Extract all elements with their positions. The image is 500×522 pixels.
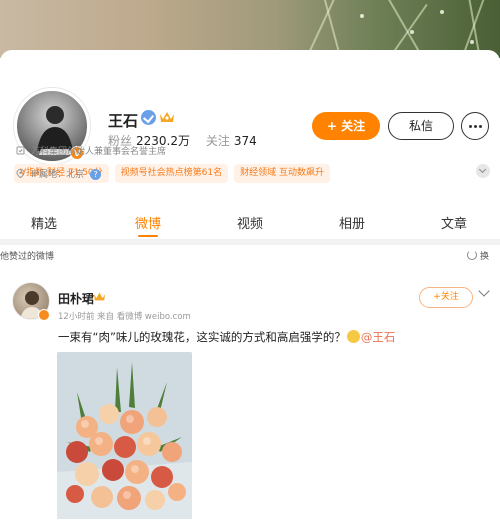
- tab-album[interactable]: 相册: [322, 213, 382, 232]
- tab-featured[interactable]: 精选: [14, 213, 74, 232]
- location-pin-icon: [16, 169, 25, 178]
- tag-finance-interaction[interactable]: 财经领域 互动数飙升: [234, 164, 330, 183]
- post-author-name[interactable]: 田朴珺: [58, 290, 94, 307]
- tab-video[interactable]: 视频: [220, 213, 280, 232]
- following-label: 关注: [205, 134, 230, 148]
- tab-article[interactable]: 文章: [424, 213, 484, 232]
- refresh-label[interactable]: 换: [480, 249, 489, 262]
- bio-row: 万科集团创始人兼董事会名誉主席: [16, 144, 166, 157]
- post-more-chevron-icon[interactable]: [478, 285, 490, 297]
- tag-video-rank[interactable]: 视频号社会热点榜第61名: [114, 164, 229, 183]
- follow-button[interactable]: + 关注: [312, 112, 380, 140]
- more-options-button[interactable]: [461, 112, 489, 140]
- refresh-icon[interactable]: [467, 250, 477, 260]
- post-body: 一束有“肉”味儿的玫瑰花，这实诚的方式和高启强学的？: [58, 330, 346, 344]
- liked-posts-bar: 他赞过的微博 换: [0, 245, 500, 267]
- profile-header: V 王石 粉丝 2230.2万 关注 374 + 关注 私信 V指数 财经 71.5…: [0, 50, 500, 202]
- badge-icon: [16, 146, 25, 155]
- post-follow-button[interactable]: +关注: [419, 287, 473, 308]
- post-mention[interactable]: @王石: [361, 330, 396, 344]
- ip-location-row: IP属地：北京?: [16, 167, 102, 180]
- profile-bio: 万科集团创始人兼董事会名誉主席: [31, 147, 167, 157]
- post-author-v-badge: [38, 309, 50, 321]
- liked-posts-label: 他赞过的微博: [0, 252, 55, 262]
- verified-check-icon: [141, 110, 156, 125]
- ip-location: IP属地：北京: [31, 170, 85, 180]
- expand-tags-chevron-icon[interactable]: [476, 164, 490, 178]
- post-text: 一束有“肉”味儿的玫瑰花，这实诚的方式和高启强学的？ @王石: [58, 329, 395, 345]
- tab-weibo[interactable]: 微博: [118, 213, 178, 237]
- help-question-icon[interactable]: ?: [90, 169, 102, 180]
- post-meta: 12小时前 来自 看微博 weibo.com: [58, 312, 191, 322]
- post-image-rose-bouquet[interactable]: [57, 352, 192, 519]
- following-value: 374: [233, 134, 257, 148]
- following-stat[interactable]: 关注 374: [206, 134, 257, 148]
- message-button[interactable]: 私信: [388, 112, 454, 140]
- crown-icon: [160, 112, 174, 122]
- profile-name: 王石: [108, 112, 139, 130]
- liked-post-card: 田朴珺 12小时前 来自 看微博 weibo.com +关注 一束有“肉”味儿的…: [0, 267, 500, 522]
- emoji-icon: [346, 330, 360, 343]
- post-author-crown-icon: [94, 292, 105, 301]
- profile-tabs: 精选 微博 视频 相册 文章: [0, 205, 500, 239]
